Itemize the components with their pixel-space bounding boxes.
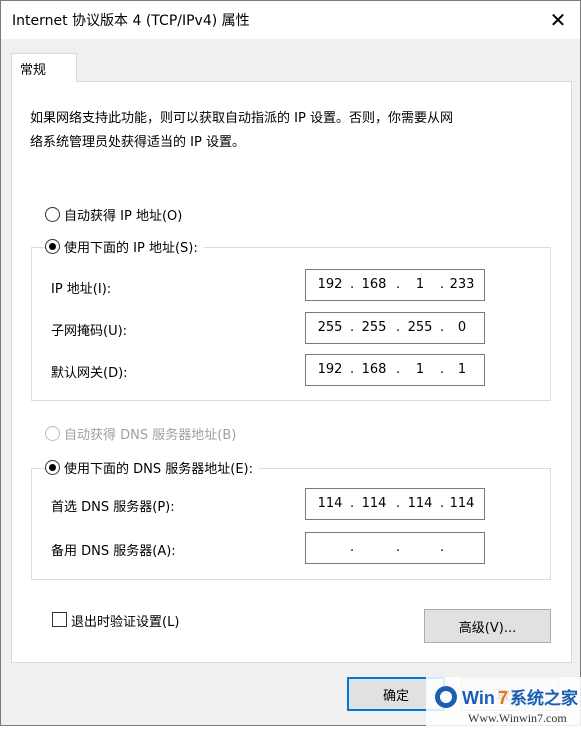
svg-text:Www.Winwin7.com: Www.Winwin7.com [468,711,567,725]
octet: 114 [361,496,387,511]
validate-checkbox[interactable] [52,612,67,627]
auto-dns-label: 自动获得 DNS 服务器地址(B) [64,428,237,443]
tab-label: 常规 [20,63,47,78]
preferred-dns-input[interactable]: 114 . 114 . 114 . 114 [305,488,485,520]
title-bar: Internet 协议版本 4 (TCP/IPv4) 属性 ✕ [1,1,580,39]
close-icon[interactable]: ✕ [536,1,580,39]
octet: 192 [317,277,343,292]
dialog-window: Internet 协议版本 4 (TCP/IPv4) 属性 ✕ 常规 如果网络支… [0,0,581,727]
radio-auto-dns[interactable] [45,426,60,441]
auto-ip-label: 自动获得 IP 地址(O) [64,209,183,224]
manual-dns-label: 使用下面的 DNS 服务器地址(E): [64,462,253,477]
manual-ip-label: 使用下面的 IP 地址(S): [64,241,198,256]
svg-text:7: 7 [498,688,508,708]
octet: 0 [457,320,467,335]
octet: 233 [449,277,475,292]
default-gateway-label: 默认网关(D): [51,366,128,381]
tab-strip: 常规 [11,53,571,82]
validate-label: 退出时验证设置(L) [71,615,180,630]
octet: 1 [415,277,425,292]
svg-text:Win: Win [462,688,495,708]
octet: 168 [361,277,387,292]
description-text: 如果网络支持此功能，则可以获取自动指派的 IP 设置。否则，你需要从网 络系统管… [30,107,550,155]
window-title: Internet 协议版本 4 (TCP/IPv4) 属性 [12,13,250,29]
description-line-2: 络系统管理员处获得适当的 IP 设置。 [30,135,245,150]
octet: 114 [449,496,475,511]
alternate-dns-label: 备用 DNS 服务器(A): [51,544,176,559]
subnet-mask-label: 子网掩码(U): [51,324,128,339]
octet: 255 [407,320,433,335]
ip-address-input[interactable]: 192 . 168 . 1 . 233 [305,269,485,301]
alternate-dns-input[interactable]: . . . [305,532,485,564]
octet: 168 [361,362,387,377]
octet: 192 [317,362,343,377]
description-line-1: 如果网络支持此功能，则可以获取自动指派的 IP 设置。否则，你需要从网 [30,111,453,126]
octet: 114 [317,496,343,511]
radio-manual-dns[interactable] [45,460,60,475]
svg-text:系统之家: 系统之家 [510,688,578,708]
ip-address-label: IP 地址(I): [51,282,112,297]
watermark-graphic: Win 7 系统之家 Www.Winwin7.com [426,677,581,727]
manual-ip-option[interactable]: 使用下面的 IP 地址(S): [45,237,204,256]
manual-dns-option[interactable]: 使用下面的 DNS 服务器地址(E): [45,458,259,477]
default-gateway-input[interactable]: 192 . 168 . 1 . 1 [305,354,485,386]
octet: 255 [361,320,387,335]
octet: 1 [457,362,467,377]
tab-general[interactable]: 常规 [11,53,77,82]
advanced-button[interactable]: 高级(V)... [424,609,551,643]
subnet-mask-input[interactable]: 255 . 255 . 255 . 0 [305,312,485,344]
octet: 255 [317,320,343,335]
radio-auto-ip[interactable] [45,207,60,222]
preferred-dns-label: 首选 DNS 服务器(P): [51,500,175,515]
auto-dns-option[interactable]: 自动获得 DNS 服务器地址(B) [45,424,236,443]
octet: 114 [407,496,433,511]
radio-manual-ip[interactable] [45,239,60,254]
watermark-logo: Win 7 系统之家 Www.Winwin7.com [426,677,581,727]
auto-ip-option[interactable]: 自动获得 IP 地址(O) [45,205,182,224]
octet: 1 [415,362,425,377]
